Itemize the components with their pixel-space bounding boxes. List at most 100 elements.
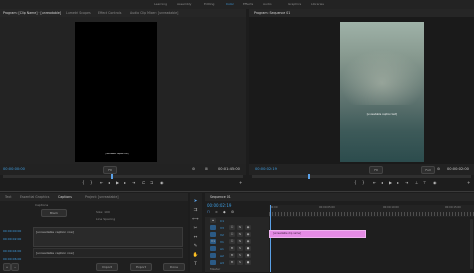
caption-timecode[interactable]: 00:00:06:00	[3, 257, 21, 261]
step-forward-icon[interactable]: ▸	[124, 180, 126, 186]
mark-in-icon[interactable]: {	[354, 180, 357, 186]
wrench-icon[interactable]: ⚙	[437, 166, 440, 172]
timeline-playhead[interactable]	[270, 205, 271, 272]
go-to-in-icon[interactable]: ⇤	[100, 180, 103, 186]
program-fit-dropdown[interactable]: Fit	[369, 166, 383, 174]
track-lock-icon[interactable]: 🔒︎	[210, 218, 216, 223]
workspace-tab[interactable]: Effects	[243, 2, 253, 6]
font-dropdown[interactable]: Black	[41, 209, 67, 217]
solo-icon[interactable]: S	[237, 253, 243, 258]
source-timecode-in[interactable]: 00:00:00:00	[3, 167, 25, 171]
extract-icon[interactable]: ⊤	[423, 180, 426, 186]
program-timecode[interactable]: 00:00:02:19	[255, 167, 277, 171]
track-lock-icon[interactable]: ⚿	[229, 232, 235, 237]
sync-lock-icon[interactable]: ⇆	[237, 232, 243, 237]
caption-row[interactable]: [unreadable caption row]	[33, 248, 183, 258]
caption-timecode[interactable]: 00:00:00:00	[3, 229, 21, 233]
go-to-out-icon[interactable]: ⇥	[132, 180, 135, 186]
overwrite-icon[interactable]: ⊐	[150, 180, 153, 186]
eye-icon[interactable]: ◉	[245, 239, 251, 244]
mic-icon[interactable]: ●	[245, 253, 251, 258]
tab-source[interactable]: Program: [Clip Name] · [unreadable]	[3, 9, 61, 17]
ripple-edit-tool-icon[interactable]: ⟷	[192, 216, 199, 223]
program-scrub-bar[interactable]	[252, 174, 471, 179]
export-frame-icon[interactable]: ◉	[160, 180, 164, 186]
mute-icon[interactable]: M	[229, 246, 235, 251]
tab-sequence[interactable]: Sequence 01	[210, 193, 231, 201]
mute-icon[interactable]: M	[229, 253, 235, 258]
hand-tool-icon[interactable]: ✋	[192, 252, 199, 259]
eye-icon[interactable]: ◉	[245, 225, 251, 230]
step-forward-icon[interactable]: ▸	[397, 180, 399, 186]
source-scrub-bar[interactable]	[3, 174, 243, 179]
track-lock-icon[interactable]: ⚿	[229, 225, 235, 230]
mark-out-icon[interactable]: }	[90, 180, 93, 186]
track-target-icon[interactable]	[210, 260, 216, 265]
workspace-tab[interactable]: Editing	[204, 2, 214, 6]
tab-captions[interactable]: Captions	[58, 193, 72, 201]
tab-lumetri-scopes[interactable]: Lumetri Scopes	[66, 9, 91, 17]
caption-row[interactable]: [unreadable caption row]	[33, 227, 183, 247]
fit-selector-icon[interactable]: ⊞	[205, 166, 208, 172]
settings-icon[interactable]: ⚙	[231, 209, 234, 215]
tab-project[interactable]: Project: [unreadable]	[85, 193, 119, 201]
timeline-scrollbar[interactable]	[470, 219, 473, 269]
workspace-tab[interactable]: Assembly	[177, 2, 191, 6]
add-button-icon[interactable]: +	[239, 180, 242, 186]
slip-tool-icon[interactable]: ↔	[192, 234, 199, 241]
solo-icon[interactable]: S	[237, 246, 243, 251]
mic-icon[interactable]: ●	[245, 246, 251, 251]
source-video-frame[interactable]: [unreadable caption text]	[75, 22, 157, 162]
wrench-icon[interactable]: ⚙	[192, 166, 195, 172]
tab-program[interactable]: Program: Sequence 01	[254, 9, 290, 17]
tab-essential-graphics[interactable]: Essential Graphics	[20, 193, 49, 201]
type-tool-icon[interactable]: T	[192, 261, 199, 268]
caption-timecode[interactable]: 00:00:02:00	[3, 237, 21, 241]
workspace-tab[interactable]: Learning	[154, 2, 167, 6]
track-target-icon[interactable]: V1	[210, 239, 216, 244]
track-target-icon[interactable]	[210, 253, 216, 258]
add-caption-button[interactable]: +	[3, 263, 11, 271]
sync-lock-icon[interactable]: ⇆	[237, 225, 243, 230]
mark-out-icon[interactable]: }	[362, 180, 365, 186]
track-lock-icon[interactable]: ⚿	[229, 239, 235, 244]
razor-tool-icon[interactable]: ✂	[192, 225, 199, 232]
go-to-in-icon[interactable]: ⇤	[373, 180, 376, 186]
linked-selection-icon[interactable]: ∞	[215, 209, 218, 215]
program-resolution-dropdown[interactable]: Full	[421, 166, 435, 174]
timeline-clip[interactable]: [unreadable clip name]	[269, 230, 366, 238]
program-video-frame[interactable]: [unreadable caption text]	[340, 22, 424, 162]
done-button[interactable]: Done	[163, 263, 185, 271]
caption-timecode[interactable]: 00:00:04:00	[3, 249, 21, 253]
export-frame-icon[interactable]: ◉	[433, 180, 437, 186]
workspace-tab[interactable]: Audio	[263, 2, 272, 6]
selection-tool-icon[interactable]: ➤	[192, 198, 199, 205]
import-button[interactable]: Import	[96, 263, 118, 271]
insert-icon[interactable]: ⊏	[142, 180, 145, 186]
play-icon[interactable]: ▶	[389, 180, 392, 186]
workspace-tab[interactable]: Libraries	[311, 2, 324, 6]
track-target-icon[interactable]	[210, 232, 216, 237]
track-select-tool-icon[interactable]: ⇉	[192, 207, 199, 214]
play-icon[interactable]: ▶	[116, 180, 119, 186]
mic-icon[interactable]: ●	[245, 260, 251, 265]
step-back-icon[interactable]: ◂	[108, 180, 110, 186]
workspace-tab[interactable]: Graphics	[288, 2, 301, 6]
track-target-icon[interactable]	[210, 246, 216, 251]
mark-in-icon[interactable]: {	[82, 180, 85, 186]
snap-icon[interactable]: ⊓	[207, 209, 210, 215]
workspace-tab-active[interactable]: Color	[226, 2, 234, 6]
tab-effect-controls[interactable]: Effect Controls	[98, 9, 121, 17]
source-playhead[interactable]	[111, 174, 113, 179]
tab-text[interactable]: Text	[5, 193, 11, 201]
eye-icon[interactable]: ◉	[245, 232, 251, 237]
lift-icon[interactable]: ⊥	[415, 180, 418, 186]
time-ruler[interactable]: 00:00 00:00:05:00 00:00:10:00 00:00:15:0…	[269, 205, 474, 217]
step-back-icon[interactable]: ◂	[381, 180, 383, 186]
mute-icon[interactable]: M	[229, 260, 235, 265]
sync-lock-icon[interactable]: ⇆	[237, 239, 243, 244]
tab-audio-clip-mixer[interactable]: Audio Clip Mixer: [unreadable]	[130, 9, 178, 17]
track-target-icon[interactable]	[210, 225, 216, 230]
export-button[interactable]: Export	[130, 263, 152, 271]
source-fit-dropdown[interactable]: Fit	[103, 166, 117, 174]
